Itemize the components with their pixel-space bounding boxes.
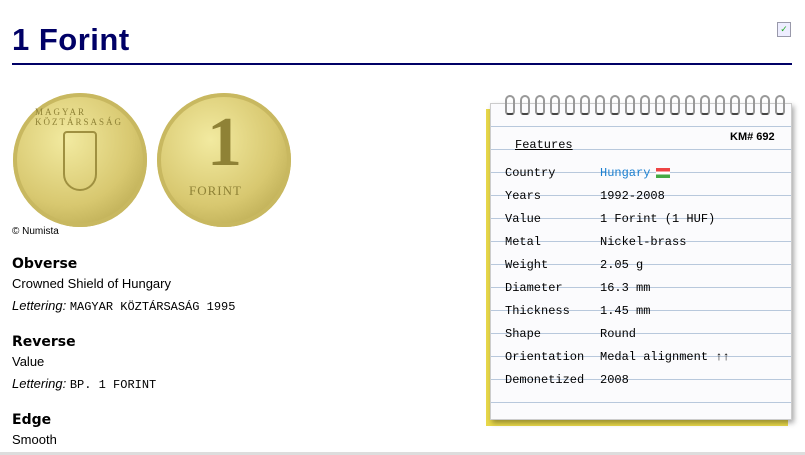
- feature-row: Orientation Medal alignment ↑↑: [505, 350, 730, 364]
- feature-row: Country Hungary: [505, 166, 671, 180]
- ring: [760, 95, 770, 115]
- lettering-label: Lettering:: [12, 376, 67, 391]
- page-title: 1 Forint: [12, 22, 130, 57]
- feature-value: 2.05 g: [600, 258, 643, 272]
- feature-label: Thickness: [505, 304, 570, 318]
- features-heading: Features: [515, 138, 573, 152]
- feature-value: 2008: [600, 373, 629, 387]
- km-number: KM# 692: [730, 131, 775, 143]
- feature-value-text: Medal alignment ↑↑: [600, 350, 730, 364]
- feature-label: Shape: [505, 327, 542, 341]
- reverse-lettering: BP. 1 FORINT: [69, 378, 157, 392]
- notebook-rings: [505, 95, 785, 117]
- obverse-lettering: MAGYAR KÖZTÁRSASÁG 1995: [69, 300, 236, 314]
- ring: [685, 95, 695, 115]
- feature-label: Metal: [505, 235, 542, 249]
- image-copyright: © Numista: [12, 226, 59, 237]
- feature-row: Weight 2.05 g: [505, 258, 643, 272]
- obverse-image[interactable]: MAGYAR KÖZTÁRSASÁG: [13, 93, 147, 227]
- feature-label: Weight: [505, 258, 549, 272]
- obverse-description: Crowned Shield of Hungary: [12, 276, 171, 291]
- shield-icon: [63, 131, 97, 191]
- ring: [505, 95, 515, 115]
- feature-row: Value 1 Forint (1 HUF): [505, 212, 715, 226]
- ring: [550, 95, 560, 115]
- edge-description: Smooth: [12, 432, 57, 447]
- feature-label: Diameter: [505, 281, 563, 295]
- feature-row: Diameter 16.3 mm: [505, 281, 650, 295]
- feature-value-text: 2008: [600, 373, 629, 387]
- feature-value[interactable]: Hungary: [600, 166, 671, 180]
- feature-row: Demonetized 2008: [505, 373, 629, 387]
- reverse-image[interactable]: 1 FORINT: [157, 93, 291, 227]
- ring: [730, 95, 740, 115]
- edge-section: Edge Smooth: [12, 412, 57, 454]
- ring: [535, 95, 545, 115]
- feature-label: Value: [505, 212, 542, 226]
- ring: [655, 95, 665, 115]
- feature-value: Round: [600, 327, 636, 341]
- ring: [580, 95, 590, 115]
- reverse-description: Value: [12, 354, 45, 369]
- feature-label: Country: [505, 166, 556, 180]
- reverse-section: Reverse Value Lettering: BP. 1 FORINT: [12, 334, 156, 399]
- feature-label: Orientation: [505, 350, 585, 364]
- obverse-heading: Obverse: [12, 256, 78, 272]
- hungary-flag-icon: [656, 167, 671, 178]
- checklist-icon[interactable]: ✓: [777, 22, 791, 37]
- feature-value-text: 1.45 mm: [600, 304, 651, 318]
- ring: [715, 95, 725, 115]
- feature-value-text: Round: [600, 327, 637, 341]
- ring: [745, 95, 755, 115]
- ring: [640, 95, 650, 115]
- feature-value-text: 2.05 g: [600, 258, 644, 272]
- ring: [625, 95, 635, 115]
- lettering-label: Lettering:: [12, 298, 67, 313]
- ring: [670, 95, 680, 115]
- feature-value: Nickel-brass: [600, 235, 686, 249]
- ring: [700, 95, 710, 115]
- title-divider: [12, 63, 792, 65]
- feature-value-text: 16.3 mm: [600, 281, 651, 295]
- feature-value-text: 1992-2008: [600, 189, 665, 203]
- reverse-heading: Reverse: [12, 334, 76, 350]
- obverse-section: Obverse Crowned Shield of Hungary Letter…: [12, 256, 235, 321]
- ring: [565, 95, 575, 115]
- country-link[interactable]: Hungary: [600, 166, 650, 180]
- edge-heading: Edge: [12, 412, 52, 428]
- feature-value-text: 1 Forint (1 HUF): [600, 212, 716, 226]
- feature-value: 1 Forint (1 HUF): [600, 212, 715, 226]
- feature-value: Medal alignment ↑↑: [600, 350, 730, 364]
- feature-value: 16.3 mm: [600, 281, 650, 295]
- feature-label: Demonetized: [505, 373, 585, 387]
- feature-row: Years 1992-2008: [505, 189, 665, 203]
- feature-value: 1992-2008: [600, 189, 665, 203]
- feature-value: 1.45 mm: [600, 304, 650, 318]
- feature-value-text: Nickel-brass: [600, 235, 687, 249]
- feature-label: Years: [505, 189, 542, 203]
- ring: [775, 95, 785, 115]
- feature-row: Metal Nickel-brass: [505, 235, 686, 249]
- feature-row: Thickness 1.45 mm: [505, 304, 650, 318]
- ring: [610, 95, 620, 115]
- ring: [595, 95, 605, 115]
- ring: [520, 95, 530, 115]
- feature-row: Shape Round: [505, 327, 636, 341]
